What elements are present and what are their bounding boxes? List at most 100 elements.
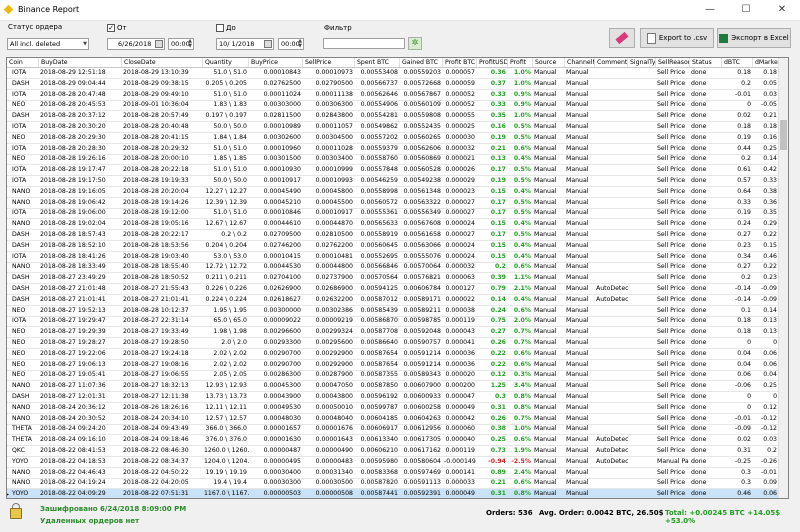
table-row[interactable]: DASH 2018-08-29 09:04:44 2018-08-29 09:38:… xyxy=(7,79,788,90)
to-date-picker[interactable]: 10/ 1/2018 xyxy=(216,38,274,50)
table-cell: 0.25 xyxy=(490,436,506,444)
order-status-select[interactable]: All incl. deleted ▼ xyxy=(7,38,89,50)
table-row[interactable]: DASH 2018-08-28 18:57:43 2018-08-28 20:22:… xyxy=(7,230,788,241)
table-row[interactable]: YOYO 2018-08-22 04:18:53 2018-08-22 08:34:… xyxy=(7,457,788,468)
column-header[interactable]: Quantity xyxy=(203,58,249,67)
table-cell: Manual xyxy=(566,263,589,271)
table-row[interactable]: THETA 2018-08-24 09:24:20 2018-08-24 09:43… xyxy=(7,424,788,436)
column-header[interactable]: BuyPrice xyxy=(249,58,303,67)
column-header[interactable]: ProfitUSD xyxy=(477,58,508,67)
table-row[interactable]: DASH 2018-08-27 12:01:31 2018-08-27 12:11:… xyxy=(7,392,788,403)
table-row[interactable]: NANO 2018-08-22 04:46:43 2018-08-22 04:50:… xyxy=(7,468,788,479)
table-row[interactable]: ▸ YOYO 2018-08-22 04:09:29 2018-08-22 07:51… xyxy=(7,489,788,498)
spinner-arrows-icon[interactable]: ▲ ▼ xyxy=(188,39,192,49)
table-row[interactable]: NANO 2018-08-24 20:36:12 2018-08-26 18:26:… xyxy=(7,403,788,414)
column-header[interactable]: Gained BTC xyxy=(400,58,443,67)
table-row[interactable]: DASH 2018-08-27 21:01:41 2018-08-27 21:01:… xyxy=(7,295,788,306)
orders-grid[interactable]: Coin BuyDate CloseDate Quantity BuyPrice Sell… xyxy=(6,57,789,499)
table-cell: 2.05 \ 2.05 xyxy=(213,371,247,379)
column-header[interactable]: Source xyxy=(533,58,565,67)
table-row[interactable]: QKC 2018-08-22 08:41:53 2018-08-22 08:46:3… xyxy=(7,446,788,457)
column-header[interactable]: Coin xyxy=(7,58,39,67)
table-row[interactable]: NANO 2018-08-22 04:19:24 2018-08-22 04:20:… xyxy=(7,478,788,490)
table-cell: 0.000042 xyxy=(445,414,475,422)
column-header[interactable]: dMarket xyxy=(753,58,779,67)
from-checkbox[interactable]: ✓ xyxy=(107,24,115,32)
table-row[interactable]: IOTA 2018-08-28 19:17:50 2018-08-28 19:19:… xyxy=(7,176,788,187)
table-row[interactable]: NANO 2018-08-28 18:33:49 2018-08-28 18:55:… xyxy=(7,262,788,274)
to-checkbox[interactable] xyxy=(216,24,224,32)
table-row[interactable]: NEO 2018-08-27 19:29:39 2018-08-27 19:33:4… xyxy=(7,327,788,339)
table-row[interactable]: IOTA 2018-08-28 19:17:47 2018-08-28 20:22:… xyxy=(7,165,788,177)
table-row[interactable]: NANO 2018-08-27 11:07:36 2018-08-27 18:32:… xyxy=(7,381,788,393)
spinner-arrows-icon[interactable]: ▲ ▼ xyxy=(298,39,302,49)
table-row[interactable]: IOTA 2018-08-28 18:41:26 2018-08-28 19:03:… xyxy=(7,252,788,263)
table-row[interactable]: IOTA 2018-08-27 19:29:47 2018-08-27 22:31:… xyxy=(7,316,788,328)
column-header[interactable]: Profit xyxy=(508,58,533,67)
table-row[interactable]: IOTA 2018-08-28 19:06:00 2018-08-28 19:12:… xyxy=(7,208,788,220)
column-header[interactable]: CloseDate xyxy=(122,58,203,67)
close-button[interactable]: ✕ xyxy=(764,0,800,20)
table-row[interactable]: DASH 2018-08-28 18:52:10 2018-08-28 18:53:… xyxy=(7,241,788,252)
table-row[interactable]: NEO 2018-08-28 20:45:53 2018-09-01 10:36:0… xyxy=(7,100,788,112)
maximize-button[interactable]: ☐ xyxy=(728,0,764,20)
table-row[interactable]: THETA 2018-08-24 09:16:10 2018-08-24 09:18… xyxy=(7,435,788,447)
table-cell: 2018-08-28 18:55:40 xyxy=(123,263,189,271)
column-header[interactable]: SignalType xyxy=(628,58,656,67)
export-excel-button[interactable]: Экспорт в Excel xyxy=(717,28,791,48)
column-header[interactable]: Spent BTC xyxy=(355,58,400,67)
vertical-scrollbar[interactable] xyxy=(778,58,788,498)
column-header[interactable]: dBTC xyxy=(722,58,753,67)
table-cell: 0.00045800 xyxy=(315,187,353,195)
table-cell: 0.00010846 xyxy=(263,209,301,217)
column-header[interactable]: Comment xyxy=(595,58,628,67)
table-row[interactable]: DASH 2018-08-27 23:49:29 2018-08-28 18:50:… xyxy=(7,273,788,285)
table-cell: 0.00286300 xyxy=(263,371,301,379)
table-row[interactable]: NEO 2018-08-27 19:06:13 2018-08-27 19:08:1… xyxy=(7,360,788,371)
table-row[interactable]: NANO 2018-08-28 19:02:04 2018-08-28 19:05:… xyxy=(7,219,788,231)
table-cell: 0.00606210 xyxy=(360,447,398,454)
table-row[interactable]: NEO 2018-08-28 20:29:30 2018-08-28 20:41:1… xyxy=(7,133,788,144)
column-header[interactable]: Status xyxy=(690,58,722,67)
table-row[interactable]: NEO 2018-08-27 19:52:13 2018-08-28 10:12:3… xyxy=(7,306,788,317)
to-time-input[interactable]: 00:00 ▲ ▼ xyxy=(278,38,304,50)
table-cell: 0.35 xyxy=(490,112,506,120)
table-row[interactable]: NEO 2018-08-27 19:05:41 2018-08-27 19:06:5… xyxy=(7,370,788,382)
column-header[interactable]: SellReason xyxy=(656,58,690,67)
table-cell xyxy=(628,468,656,479)
clear-button[interactable] xyxy=(609,28,635,48)
table-row[interactable]: NEO 2018-08-28 19:26:16 2018-08-28 20:00:1… xyxy=(7,154,788,166)
table-cell: 0.00010415 xyxy=(263,252,301,260)
column-header[interactable]: SellPrice xyxy=(303,58,355,67)
table-cell: 0.000020 xyxy=(445,371,475,379)
calendar-icon[interactable] xyxy=(264,40,272,48)
table-row[interactable]: NANO 2018-08-24 20:30:52 2018-08-24 20:34:… xyxy=(7,414,788,425)
column-header[interactable]: ChannelNa xyxy=(565,58,595,67)
table-cell xyxy=(628,446,656,457)
column-header[interactable]: BuyDate xyxy=(39,58,122,67)
apply-filter-button[interactable]: ✲ xyxy=(408,37,422,50)
table-row[interactable]: IOTA 2018-08-28 20:30:20 2018-08-28 20:40:… xyxy=(7,122,788,133)
table-row[interactable]: IOTA 2018-08-28 20:47:48 2018-08-29 09:49:… xyxy=(7,90,788,101)
from-date-picker[interactable]: 6/26/2018 xyxy=(107,38,165,50)
scrollbar-thumb[interactable] xyxy=(780,120,787,150)
column-header[interactable]: Profit BTC xyxy=(443,58,477,67)
deleted-orders-status: Удаленных ордеров нет xyxy=(40,517,140,525)
table-row[interactable]: IOTA 2018-08-29 12:51:18 2018-08-29 13:10:… xyxy=(7,68,788,79)
table-row[interactable]: NANO 2018-08-28 19:16:05 2018-08-28 20:20:… xyxy=(7,187,788,198)
table-row[interactable]: IOTA 2018-08-28 20:28:30 2018-08-28 20:29:… xyxy=(7,144,788,155)
from-time-input[interactable]: 00:00 ▲ ▼ xyxy=(168,38,194,50)
avg-order: Avg. Order: 0.0042 BTC, 26.50$ xyxy=(539,509,664,517)
minimize-button[interactable]: — xyxy=(692,0,728,20)
table-row[interactable]: DASH 2018-08-27 21:01:48 2018-08-27 21:55:… xyxy=(7,284,788,295)
export-csv-button[interactable]: Export to .csv xyxy=(640,28,714,48)
table-cell: Manual xyxy=(534,123,557,130)
table-row[interactable]: NEO 2018-08-27 19:22:06 2018-08-27 19:24:1… xyxy=(7,349,788,360)
table-row[interactable]: NEO 2018-08-27 19:28:27 2018-08-27 19:28:5… xyxy=(7,338,788,349)
table-row[interactable]: NANO 2018-08-28 19:06:42 2018-08-28 19:14:… xyxy=(7,198,788,209)
table-cell: 0.00010917 xyxy=(263,177,301,184)
filter-input[interactable] xyxy=(323,38,405,49)
table-cell: Sell Price xyxy=(657,241,686,249)
calendar-icon[interactable] xyxy=(155,40,163,48)
table-row[interactable]: DASH 2018-08-28 20:37:12 2018-08-28 20:57:… xyxy=(7,111,788,123)
